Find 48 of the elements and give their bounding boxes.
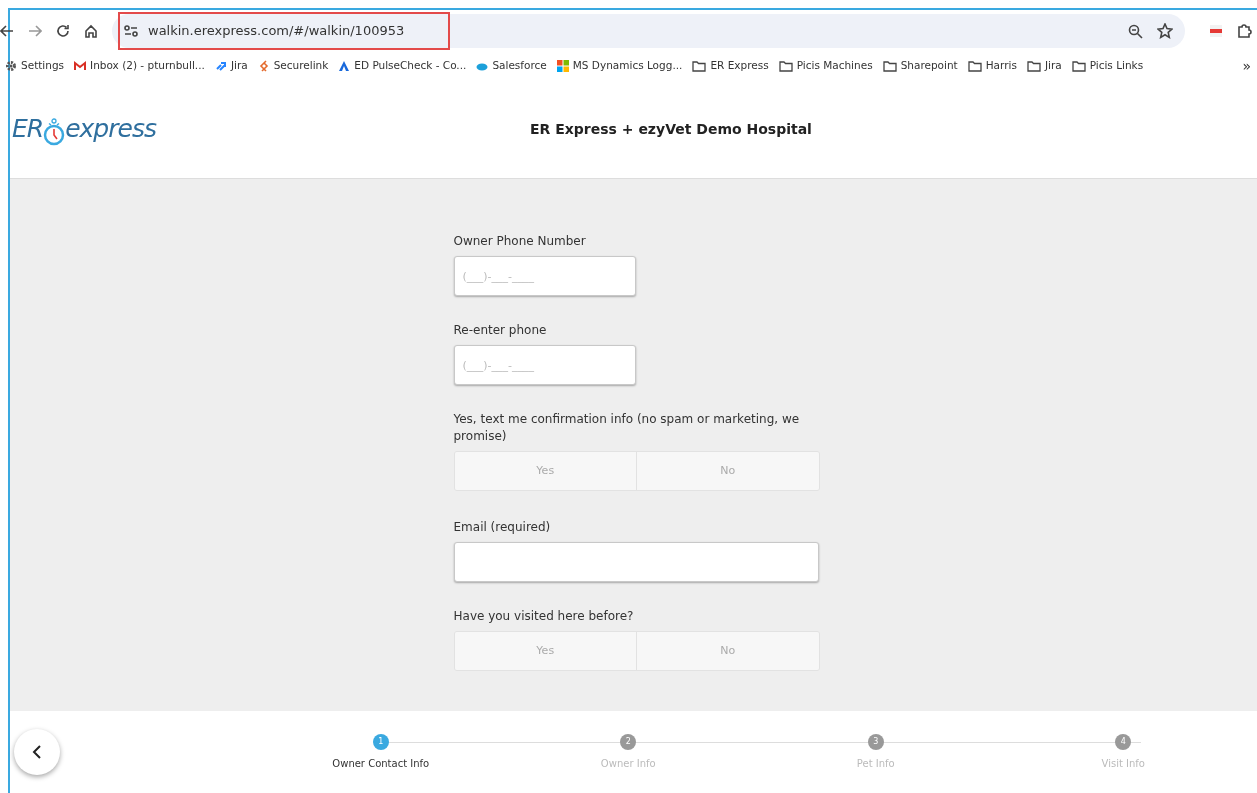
field-label: Yes, text me confirmation info (no spam or marketing, we promise) [453, 411, 801, 445]
folder-icon [967, 60, 982, 72]
bookmark-link[interactable]: Jira [230, 58, 248, 74]
swirl-icon [257, 60, 270, 72]
bookmark-link[interactable]: ER Express [710, 58, 769, 74]
tiles-icon [556, 60, 569, 72]
puzzle-icon[interactable] [1237, 23, 1253, 39]
back-arrow-icon[interactable] [0, 25, 14, 37]
bookmark-link[interactable]: Harris [985, 58, 1017, 74]
mail-icon [74, 60, 87, 72]
bookmark-link[interactable]: Salesforce [492, 58, 547, 74]
triangle-icon [338, 60, 351, 72]
site-settings-icon[interactable] [124, 25, 138, 37]
bookmark-link[interactable]: Jira [1044, 58, 1062, 74]
step-label[interactable]: Owner Contact Info [332, 755, 430, 771]
arrows-icon [214, 60, 227, 72]
gear-icon [5, 60, 17, 72]
bookmark-link[interactable]: MS Dynamics Logg... [572, 58, 683, 74]
bookmark-link[interactable]: Sharepoint [900, 58, 958, 74]
field-label: Re-enter phone [453, 322, 548, 339]
input-field[interactable] [453, 542, 819, 582]
bookmark-link[interactable]: Picis Machines [796, 58, 873, 74]
forward-arrow-icon[interactable] [28, 25, 42, 37]
stopwatch-icon [43, 117, 66, 148]
bookmark-link[interactable]: Inbox (2) - pturnbull... [90, 58, 205, 74]
folder-icon [1071, 60, 1086, 72]
bookmark-link[interactable]: Settings [21, 58, 65, 74]
bookmark-link[interactable]: Picis Links [1089, 58, 1144, 74]
home-icon[interactable] [84, 24, 98, 38]
folder-icon [692, 60, 707, 72]
folder-icon [882, 60, 897, 72]
star-icon[interactable] [1157, 23, 1173, 39]
field-label: Owner Phone Number [453, 233, 587, 250]
input-field[interactable]: (___)-___-____ [453, 345, 636, 385]
zoom-out-icon[interactable] [1128, 23, 1143, 39]
logo-text: express [65, 113, 156, 146]
bookmark-link[interactable]: Securelink [273, 58, 329, 74]
more-bookmarks-button[interactable]: » [1242, 55, 1251, 77]
logo-text: ER [12, 113, 44, 146]
bookmark-link[interactable]: ED PulseCheck - Co... [354, 58, 467, 74]
folder-icon [1026, 60, 1041, 72]
hospital-title: ER Express + ezyVet Demo Hospital [530, 119, 812, 139]
chevron-left-icon [32, 745, 42, 759]
reload-icon[interactable] [56, 24, 70, 38]
field-label: Email (required) [453, 519, 552, 536]
field-label: Have you visited here before? [453, 608, 635, 625]
folder-icon [778, 60, 793, 72]
input-field[interactable]: (___)-___-____ [453, 256, 636, 296]
